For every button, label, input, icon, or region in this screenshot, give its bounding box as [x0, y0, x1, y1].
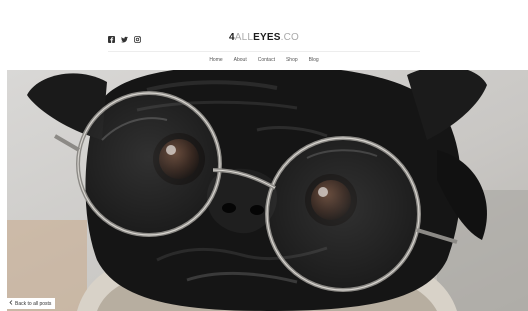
logo-part-all: ALL: [234, 32, 254, 43]
site-logo[interactable]: 4ALLEYES.CO: [0, 32, 528, 43]
back-to-all-posts-link[interactable]: Back to all posts: [5, 298, 56, 309]
back-link-label: Back to all posts: [15, 300, 52, 307]
hero-image: [7, 70, 528, 311]
logo-part-co: .CO: [280, 32, 300, 43]
site-header: 4ALLEYES.CO Home About Contact Shop Blog: [0, 0, 528, 70]
nav-about[interactable]: About: [234, 57, 247, 63]
nav-shop[interactable]: Shop: [286, 57, 298, 63]
nav-contact[interactable]: Contact: [258, 57, 275, 63]
pug-glasses-illustration: [7, 70, 528, 311]
main-nav: Home About Contact Shop Blog: [0, 57, 528, 63]
nav-blog[interactable]: Blog: [309, 57, 319, 63]
header-divider: [108, 51, 420, 52]
nav-home[interactable]: Home: [209, 57, 222, 63]
logo-part-eyes: EYES: [253, 32, 281, 43]
chevron-left-icon: [9, 300, 13, 307]
